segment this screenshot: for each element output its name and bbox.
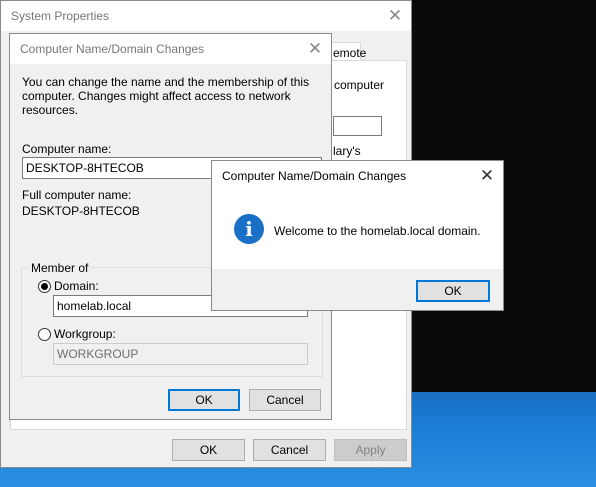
welcome-message-box: Computer Name/Domain Changes ✕ i Welcome… bbox=[211, 160, 504, 311]
domain-label: Domain: bbox=[54, 279, 99, 293]
ok-button[interactable]: OK bbox=[416, 280, 490, 302]
ok-button[interactable]: OK bbox=[172, 439, 245, 461]
workgroup-label: Workgroup: bbox=[54, 327, 116, 341]
window-title: System Properties bbox=[11, 9, 110, 23]
dialog-description: You can change the name and the membersh… bbox=[22, 75, 310, 117]
cancel-button[interactable]: Cancel bbox=[249, 389, 321, 411]
ok-button[interactable]: OK bbox=[168, 389, 240, 411]
full-name-value: DESKTOP-8HTECOB bbox=[22, 204, 140, 218]
message-titlebar: Computer Name/Domain Changes ✕ bbox=[212, 161, 503, 191]
close-icon[interactable]: ✕ bbox=[379, 1, 411, 31]
description-field[interactable] bbox=[333, 116, 382, 136]
workgroup-radio[interactable] bbox=[38, 328, 51, 341]
partial-text: lary's bbox=[333, 144, 361, 158]
tab-remote-label: emote bbox=[333, 46, 367, 60]
computer-name-label: Computer name: bbox=[22, 142, 112, 156]
dialog-title: Computer Name/Domain Changes bbox=[20, 42, 205, 56]
member-of-label: Member of bbox=[28, 261, 92, 275]
tab-remote[interactable]: emote bbox=[331, 42, 366, 61]
cancel-button[interactable]: Cancel bbox=[253, 439, 326, 461]
message-title: Computer Name/Domain Changes bbox=[222, 169, 407, 183]
info-icon: i bbox=[234, 214, 264, 244]
close-icon[interactable]: ✕ bbox=[471, 161, 503, 191]
full-name-label: Full computer name: bbox=[22, 188, 132, 202]
domain-radio[interactable] bbox=[38, 280, 51, 293]
workgroup-input[interactable]: WORKGROUP bbox=[53, 343, 308, 365]
system-properties-titlebar: System Properties ✕ bbox=[1, 1, 411, 31]
close-icon[interactable]: ✕ bbox=[299, 34, 331, 64]
radio-selected-dot bbox=[41, 283, 48, 290]
name-change-titlebar: Computer Name/Domain Changes ✕ bbox=[10, 34, 331, 64]
apply-button[interactable]: Apply bbox=[334, 439, 407, 461]
welcome-message-text: Welcome to the homelab.local domain. bbox=[274, 224, 481, 238]
partial-text: computer bbox=[334, 78, 385, 92]
